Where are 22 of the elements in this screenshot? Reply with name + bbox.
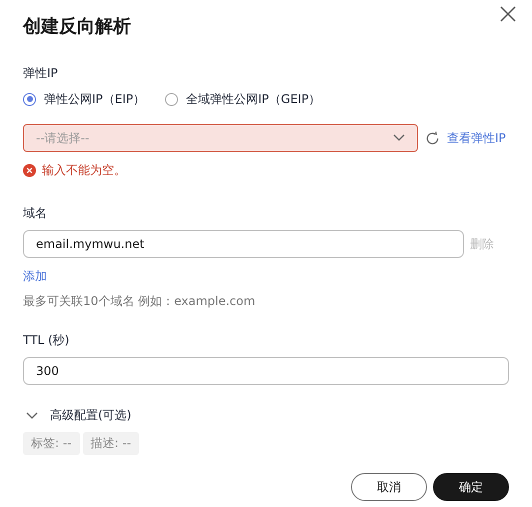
radio-option[interactable]: 全域弹性公网IP（GEIP） bbox=[165, 91, 321, 107]
domain-input[interactable]: email.mymwu.net bbox=[23, 230, 464, 258]
dialog-title: 创建反向解析 bbox=[23, 15, 132, 39]
radio-option[interactable]: 弹性公网IP（EIP） bbox=[23, 91, 146, 107]
chevron-icon bbox=[393, 134, 405, 142]
chevron-icon[interactable] bbox=[26, 412, 38, 420]
summary-tag: 标签: -- bbox=[23, 432, 80, 455]
hint-text: 最多可关联10个域名 例如：example.com bbox=[23, 293, 256, 310]
field-label: TTL (秒) bbox=[23, 332, 70, 348]
summary-tag: 描述: -- bbox=[82, 432, 140, 455]
view-eip-link[interactable]: 查看弹性IP bbox=[447, 130, 506, 146]
error-icon bbox=[23, 164, 36, 177]
close-icon[interactable] bbox=[500, 6, 516, 22]
refresh-icon[interactable] bbox=[425, 130, 440, 146]
field-label: 域名 bbox=[23, 205, 48, 221]
ttl-input[interactable]: 300 bbox=[23, 357, 509, 385]
error-message: 输入不能为空。 bbox=[42, 162, 126, 179]
advanced-toggle[interactable]: 高级配置(可选) bbox=[50, 407, 132, 424]
add-link[interactable]: 添加 bbox=[23, 268, 509, 285]
cancel-button[interactable]: 取消 bbox=[351, 473, 427, 501]
field-label: 弹性IP bbox=[23, 65, 59, 81]
confirm-button[interactable]: 确定 bbox=[433, 473, 509, 501]
